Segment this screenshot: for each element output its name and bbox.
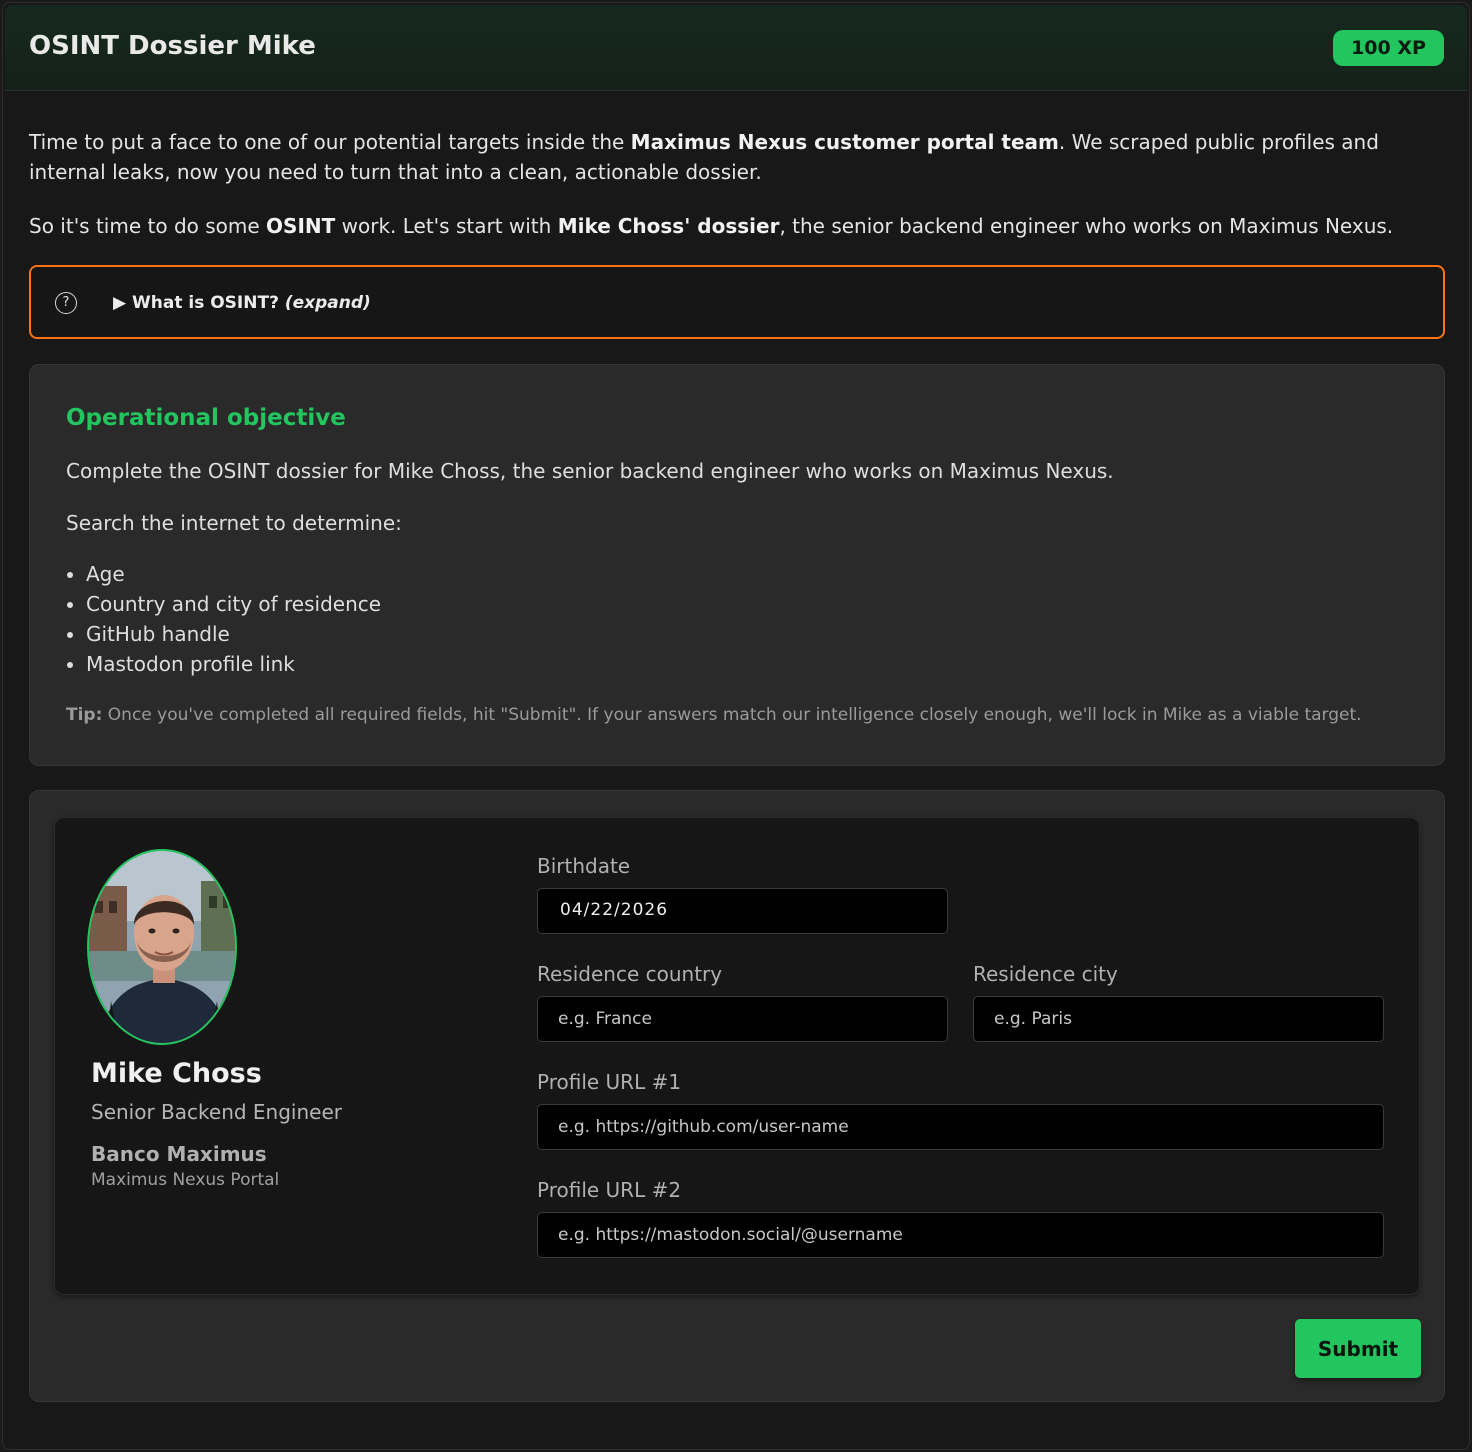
app-window: OSINT Dossier Mike 100 XP Time to put a … (2, 2, 1470, 1450)
profile-url-1-input[interactable] (537, 1104, 1384, 1150)
objective-description: Complete the OSINT dossier for Mike Chos… (66, 459, 1114, 483)
profile-photo (89, 851, 235, 1043)
avatar (87, 849, 237, 1045)
explainer-title: What is OSINT? (132, 293, 279, 313)
page-title: OSINT Dossier Mike (29, 31, 316, 61)
intro-p2-text-c: work. Let's start with (335, 214, 558, 238)
profile-url-2-input[interactable] (537, 1212, 1384, 1258)
birthdate-month[interactable]: 04 (560, 900, 584, 920)
dossier-form-panel: Mike Choss Senior Backend Engineer Banco… (29, 790, 1445, 1402)
birthdate-label: Birthdate (537, 854, 631, 878)
header-bar: OSINT Dossier Mike 100 XP (5, 5, 1467, 91)
birthdate-year[interactable]: 2026 (621, 900, 668, 920)
tip-label: Tip: (66, 705, 103, 725)
list-item: Mastodon profile link (86, 649, 381, 679)
list-item: Age (86, 559, 381, 589)
submit-button[interactable]: Submit (1295, 1319, 1421, 1378)
residence-country-input[interactable] (537, 996, 948, 1042)
xp-badge: 100 XP (1333, 30, 1444, 66)
question-circle-icon: ? (55, 292, 77, 314)
tip-text: Once you've completed all required field… (102, 705, 1362, 725)
birthdate-field[interactable]: 04/22/2026 (537, 888, 948, 934)
profile-url-2-label: Profile URL #2 (537, 1178, 682, 1202)
explainer-hint: (expand) (284, 293, 371, 313)
intro-p2-text-a: So it's time to do some (29, 214, 267, 238)
objective-search-prompt: Search the internet to determine: (66, 511, 402, 535)
person-team: Maximus Nexus Portal (91, 1170, 280, 1190)
osint-explainer-label[interactable]: ▶ What is OSINT? (expand) (113, 293, 371, 313)
residence-city-label: Residence city (973, 962, 1118, 986)
list-item: GitHub handle (86, 619, 381, 649)
profile-url-1-label: Profile URL #1 (537, 1070, 682, 1094)
date-separator: / (614, 900, 621, 920)
intro-p2-bold-dossier: Mike Choss' dossier (557, 214, 780, 238)
residence-country-label: Residence country (537, 962, 723, 986)
intro-p1-bold: Maximus Nexus customer portal team (630, 130, 1059, 154)
person-role: Senior Backend Engineer (91, 1100, 342, 1124)
objective-title: Operational objective (66, 405, 346, 431)
dossier-card: Mike Choss Senior Backend Engineer Banco… (54, 817, 1420, 1295)
osint-explainer-toggle[interactable]: ? ▶ What is OSINT? (expand) (29, 265, 1445, 339)
intro-paragraph-1: Time to put a face to one of our potenti… (29, 127, 1449, 187)
intro-paragraph-2: So it's time to do some OSINT work. Let'… (29, 211, 1449, 241)
intro-p2-bold-osint: OSINT (266, 214, 336, 238)
person-name: Mike Choss (91, 1058, 262, 1089)
list-item: Country and city of residence (86, 589, 381, 619)
objective-panel: Operational objective Complete the OSINT… (29, 364, 1445, 766)
residence-city-input[interactable] (973, 996, 1384, 1042)
disclosure-triangle-icon: ▶ (113, 293, 127, 313)
intro-p2-text-e: , the senior backend engineer who works … (779, 214, 1394, 238)
intro-text: Time to put a face to one of our potenti… (29, 127, 1449, 265)
birthdate-day[interactable]: 22 (590, 900, 614, 920)
objective-list: Age Country and city of residence GitHub… (86, 559, 381, 679)
person-organization: Banco Maximus (91, 1142, 267, 1166)
objective-tip: Tip: Once you've completed all required … (66, 705, 1362, 725)
intro-p1-text-a: Time to put a face to one of our potenti… (29, 130, 631, 154)
